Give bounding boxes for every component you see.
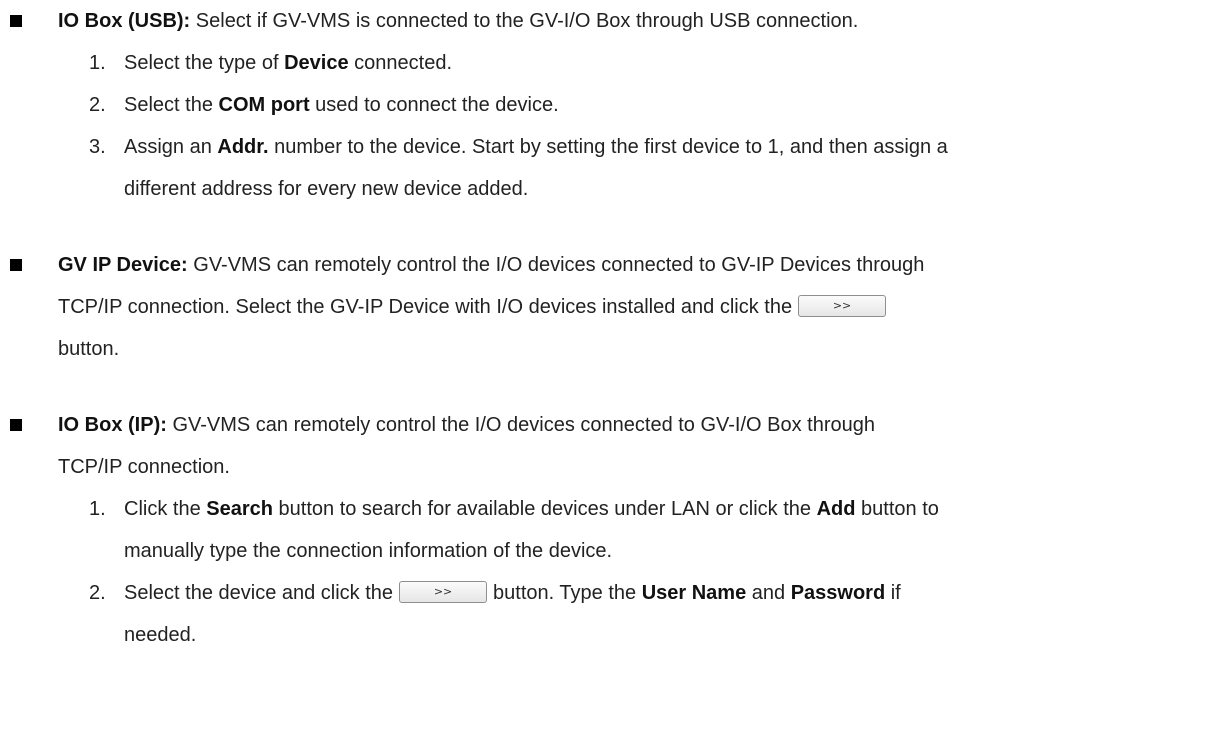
ip-title: IO Box (IP): [58, 414, 167, 436]
bullet-icon [10, 419, 22, 431]
usb-step-2-text: Select the [124, 94, 219, 116]
usb-step-1-text-end: connected. [348, 52, 453, 74]
ip-step-1-text: Click the [124, 498, 207, 520]
ip-step-2-and: and [746, 582, 791, 604]
ip-step-2-continuation: needed. [124, 624, 197, 646]
ip-step-1-text-end: button to [855, 498, 939, 520]
ip-step-2-text-mid: button. Type the [493, 582, 642, 604]
bullet-icon [10, 259, 22, 271]
usb-step-3-number: 3. [89, 136, 106, 158]
ip-description-1: GV-VMS can remotely control the I/O devi… [172, 414, 876, 436]
usb-step-3-continuation: different address for every new device a… [124, 178, 529, 200]
add-label: Add [816, 498, 856, 520]
ip-step-2: Select the device and click the >> button.… [124, 580, 901, 605]
usb-step-1-bold: Device [284, 52, 349, 74]
password-label: Password [790, 582, 886, 604]
usb-step-3-text: Assign an [124, 136, 218, 158]
bullet-icon [10, 15, 22, 27]
gvip-heading-line: GV IP Device: GV-VMS can remotely contro… [58, 253, 924, 277]
usb-step-3-text-end: number to the device. Start by setting t… [268, 136, 948, 158]
ip-heading-line: IO Box (IP): GV-VMS can remotely control… [58, 413, 875, 437]
ip-step-1: Click the Search button to search for av… [124, 497, 939, 521]
ip-step-1-number: 1. [89, 498, 106, 520]
gvip-description-2: TCP/IP connection. Select the GV-IP Devi… [58, 296, 793, 318]
ip-step-2-text-end: if [885, 582, 901, 604]
usb-step-2-text-end: used to connect the device. [309, 94, 559, 116]
ip-step-2-text: Select the device and click the [124, 582, 394, 604]
usb-step-3: Assign an Addr. number to the device. St… [124, 135, 948, 159]
usb-step-1-number: 1. [89, 52, 106, 74]
gvip-line-2: TCP/IP connection. Select the GV-IP Devi… [58, 294, 892, 319]
gvip-title: GV IP Device: [58, 254, 188, 276]
usb-step-2-bold: COM port [218, 94, 310, 116]
gvip-description-1: GV-VMS can remotely control the I/O devi… [193, 254, 925, 276]
usb-description: Select if GV-VMS is connected to the GV-… [195, 10, 859, 32]
gvip-description-3: button. [58, 338, 120, 360]
usb-step-2-number: 2. [89, 94, 106, 116]
ip-step-1-continuation: manually type the connection information… [124, 540, 613, 562]
usb-step-2: Select the COM port used to connect the … [124, 93, 559, 117]
forward-button[interactable]: >> [798, 294, 887, 317]
ip-step-1-text-mid: button to search for available devices u… [272, 498, 817, 520]
user-name-label: User Name [641, 582, 747, 604]
usb-heading-line: IO Box (USB): Select if GV-VMS is connec… [58, 9, 858, 33]
search-label: Search [206, 498, 273, 520]
ip-description-2: TCP/IP connection. [58, 456, 230, 478]
usb-step-3-bold: Addr. [217, 136, 269, 158]
usb-step-1: Select the type of Device connected. [124, 51, 452, 75]
usb-title: IO Box (USB): [58, 10, 191, 32]
ip-step-2-number: 2. [89, 582, 106, 604]
forward-button[interactable]: >> [399, 580, 488, 603]
usb-step-1-text: Select the type of [124, 52, 285, 74]
